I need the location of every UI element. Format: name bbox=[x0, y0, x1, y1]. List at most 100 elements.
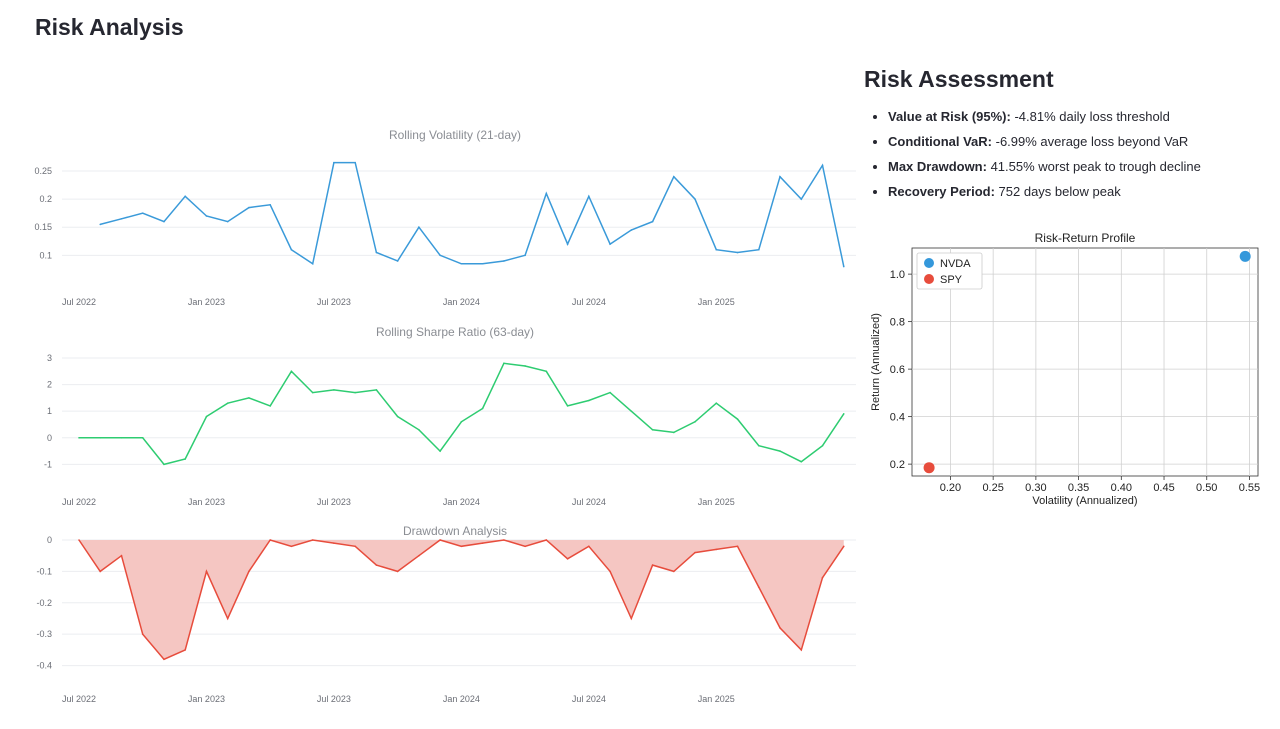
data-point bbox=[524, 254, 526, 257]
data-point bbox=[715, 402, 718, 404]
data-point bbox=[673, 431, 675, 434]
data-point bbox=[205, 415, 208, 418]
data-point bbox=[99, 570, 102, 573]
data-point bbox=[311, 262, 314, 265]
metric-recovery-period: Recovery Period: 752 days below peak bbox=[888, 184, 1264, 200]
data-point bbox=[779, 175, 781, 178]
scatter-point bbox=[923, 462, 935, 474]
risk-assessment-title: Risk Assessment bbox=[864, 66, 1054, 92]
x-tick-label: Jul 2022 bbox=[62, 694, 96, 704]
data-point bbox=[205, 215, 208, 217]
data-point bbox=[736, 545, 739, 548]
data-point bbox=[418, 226, 420, 229]
metric-text: -6.99% average loss beyond VaR bbox=[992, 134, 1189, 149]
x-tick-label: 0.25 bbox=[982, 482, 1003, 494]
data-point bbox=[439, 450, 441, 452]
y-tick-label: 0.15 bbox=[34, 222, 52, 232]
data-point bbox=[120, 436, 123, 439]
data-point bbox=[184, 458, 187, 460]
data-point bbox=[396, 415, 399, 418]
data-point bbox=[609, 570, 611, 573]
data-point bbox=[354, 391, 356, 394]
data-point bbox=[524, 365, 526, 367]
x-tick-label: Jul 2023 bbox=[317, 694, 351, 704]
page-title: Risk Analysis bbox=[35, 14, 184, 40]
data-point bbox=[524, 545, 526, 548]
x-tick-label: 0.35 bbox=[1068, 482, 1089, 494]
x-tick-label: Jul 2022 bbox=[62, 497, 96, 507]
y-tick-label: -0.4 bbox=[36, 661, 52, 671]
chart-title: Risk-Return Profile bbox=[1035, 231, 1136, 245]
metric-var: Value at Risk (95%): -4.81% daily loss t… bbox=[888, 109, 1264, 125]
data-point bbox=[226, 220, 229, 223]
legend-marker bbox=[924, 274, 934, 284]
metrics-list: Value at Risk (95%): -4.81% daily loss t… bbox=[864, 109, 1264, 200]
data-point bbox=[673, 570, 675, 573]
y-tick-label: 0.2 bbox=[890, 459, 905, 471]
data-point bbox=[757, 586, 760, 588]
data-point bbox=[651, 564, 654, 566]
data-point bbox=[503, 362, 505, 365]
x-tick-label: Jul 2024 bbox=[572, 297, 606, 307]
data-point bbox=[842, 413, 845, 415]
metric-text: 752 days below peak bbox=[994, 184, 1121, 199]
x-tick-label: Jan 2025 bbox=[698, 297, 735, 307]
data-point bbox=[715, 548, 718, 551]
x-tick-label: Jul 2022 bbox=[62, 297, 96, 307]
chart-title: Rolling Volatility (21-day) bbox=[389, 128, 521, 142]
x-tick-label: Jan 2023 bbox=[188, 297, 225, 307]
data-point bbox=[736, 251, 739, 254]
x-tick-label: Jan 2024 bbox=[443, 497, 480, 507]
y-tick-label: 3 bbox=[47, 353, 52, 363]
chart-panel: Drawdown Analysis 0 -0.1 -0.2 -0.3 -0.4 Jul 20… bbox=[36, 524, 856, 704]
x-axis-label: Volatility (Annualized) bbox=[1032, 495, 1137, 507]
data-point bbox=[694, 421, 696, 423]
data-point bbox=[78, 436, 80, 439]
data-point bbox=[842, 545, 845, 548]
data-point bbox=[503, 260, 505, 262]
data-point bbox=[269, 203, 271, 206]
metric-text: 41.55% worst peak to trough decline bbox=[986, 159, 1201, 174]
y-tick-label: 0.8 bbox=[890, 317, 905, 329]
y-tick-label: 0.4 bbox=[890, 412, 905, 424]
x-tick-label: Jan 2023 bbox=[188, 497, 225, 507]
data-point bbox=[205, 570, 208, 573]
data-point bbox=[396, 570, 399, 573]
data-point bbox=[418, 428, 420, 431]
data-point bbox=[99, 223, 102, 226]
data-point bbox=[736, 418, 739, 420]
data-point bbox=[588, 195, 590, 198]
y-tick-label: -1 bbox=[44, 459, 52, 469]
x-tick-label: Jan 2024 bbox=[443, 694, 480, 704]
data-point bbox=[184, 649, 187, 651]
data-point bbox=[566, 243, 569, 245]
legend-marker bbox=[924, 258, 934, 268]
data-point bbox=[481, 262, 484, 265]
data-point bbox=[545, 192, 548, 195]
data-point bbox=[375, 251, 378, 254]
chart-title: Rolling Sharpe Ratio (63-day) bbox=[376, 325, 534, 339]
data-point bbox=[842, 265, 845, 268]
data-point bbox=[290, 248, 293, 251]
data-point bbox=[354, 161, 356, 164]
data-point bbox=[503, 539, 505, 541]
x-tick-label: 0.55 bbox=[1239, 482, 1260, 494]
series-line bbox=[79, 362, 845, 466]
chart-panel: Rolling Volatility (21-day) 0.1 0.15 0.2 0.2… bbox=[34, 128, 856, 307]
data-point bbox=[163, 220, 165, 223]
data-point bbox=[396, 260, 399, 262]
data-point bbox=[673, 175, 675, 178]
data-point bbox=[163, 658, 165, 661]
metric-cvar: Conditional VaR: -6.99% average loss bey… bbox=[888, 134, 1264, 150]
y-tick-label: -0.1 bbox=[36, 566, 52, 576]
data-point bbox=[779, 627, 781, 629]
x-tick-label: Jan 2024 bbox=[443, 297, 480, 307]
y-tick-label: 1 bbox=[47, 406, 52, 416]
y-axis-label: Return (Annualized) bbox=[870, 313, 882, 411]
data-point bbox=[821, 576, 824, 579]
data-point bbox=[694, 551, 696, 554]
y-tick-label: 0.25 bbox=[34, 166, 52, 176]
data-point bbox=[269, 539, 271, 541]
x-tick-label: Jul 2024 bbox=[572, 497, 606, 507]
data-point bbox=[715, 248, 718, 251]
